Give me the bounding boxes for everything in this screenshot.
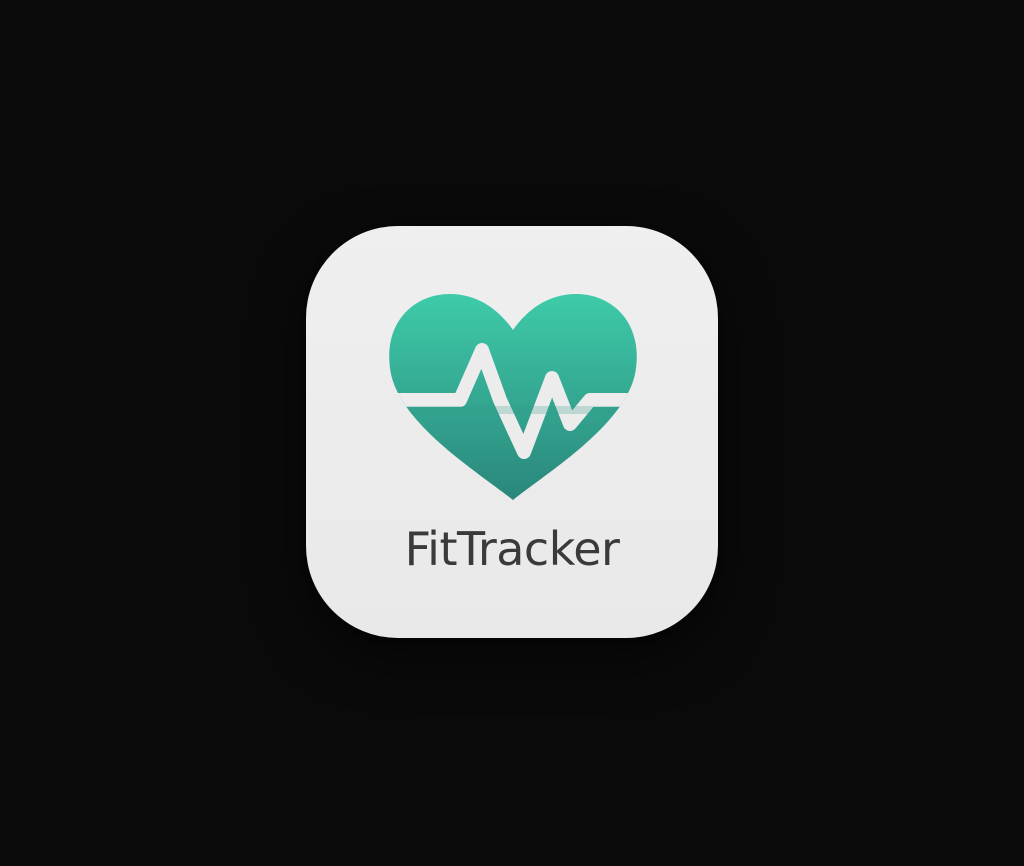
heart-pulse-icon [389, 294, 637, 500]
app-name-label: FitTracker [404, 522, 620, 576]
fittracker-app-icon[interactable]: FitTracker [306, 226, 718, 638]
home-screen: FitTracker [0, 0, 1024, 866]
